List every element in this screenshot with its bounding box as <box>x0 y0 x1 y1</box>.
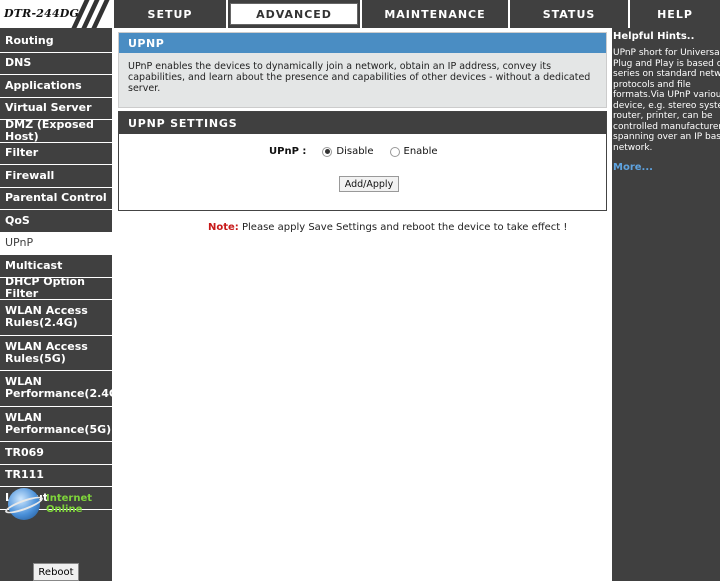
main-content: UPNP UPnP enables the devices to dynamic… <box>112 28 612 581</box>
sidebar-item-filter[interactable]: Filter <box>0 143 112 165</box>
note-message: Please apply Save Settings and reboot th… <box>238 222 568 233</box>
reboot-button[interactable]: Reboot <box>33 563 79 581</box>
note-text: Note: Please apply Save Settings and reb… <box>208 222 567 233</box>
sidebar-item-parental-control[interactable]: Parental Control <box>0 188 112 210</box>
hints-body: UPnP short for Universal Plug and Play i… <box>613 48 720 153</box>
sidebar-item-dns[interactable]: DNS <box>0 53 112 75</box>
sidebar-item-tr111[interactable]: TR111 <box>0 465 112 487</box>
upnp-option-row: UPnP : Disable Enable <box>269 146 454 157</box>
sidebar-item-dmz[interactable]: DMZ (Exposed Host) <box>0 118 112 143</box>
top-nav-bar: DTR-244DG SETUP ADVANCED MAINTENANCE STA… <box>0 0 720 28</box>
sidebar-item-dhcp-option-filter[interactable]: DHCP Option Filter <box>0 276 112 300</box>
status-line-internet: Internet <box>46 493 93 504</box>
hints-title: Helpful Hints.. <box>613 31 695 42</box>
sidebar-item-upnp[interactable]: UPnP <box>0 232 112 255</box>
brand-logo: DTR-244DG <box>0 0 112 28</box>
brand-logo-text: DTR-244DG <box>4 7 80 20</box>
globe-ring <box>3 493 45 517</box>
add-apply-button[interactable]: Add/Apply <box>339 176 399 192</box>
sidebar-item-wlan-performance-5g[interactable]: WLAN Performance(5G) <box>0 407 112 442</box>
tab-advanced-label: ADVANCED <box>230 3 358 25</box>
hints-more-link[interactable]: More... <box>612 153 720 173</box>
tab-maintenance[interactable]: MAINTENANCE <box>360 0 508 28</box>
tab-status[interactable]: STATUS <box>508 0 628 28</box>
tab-setup[interactable]: SETUP <box>112 0 226 28</box>
upnp-info-description: UPnP enables the devices to dynamically … <box>119 53 606 107</box>
globe-icon <box>3 488 45 520</box>
upnp-settings-box: UPNP SETTINGS UPnP : Disable Enable Add/… <box>118 111 607 211</box>
status-line-online: Online <box>46 504 83 515</box>
upnp-field-label: UPnP : <box>269 146 307 157</box>
sidebar-item-wlan-performance-2g[interactable]: WLAN Performance(2.4G) <box>0 371 123 407</box>
upnp-disable-radio[interactable] <box>322 146 333 157</box>
upnp-info-title: UPNP <box>119 33 606 53</box>
sidebar-item-multicast[interactable]: Multicast <box>0 255 112 278</box>
helpful-hints-panel: Helpful Hints.. UPnP short for Universal… <box>612 28 720 581</box>
sidebar-item-virtual-server[interactable]: Virtual Server <box>0 98 112 120</box>
sidebar-item-qos[interactable]: QoS <box>0 210 112 233</box>
sidebar-item-applications[interactable]: Applications <box>0 75 112 98</box>
tab-help[interactable]: HELP <box>628 0 720 28</box>
internet-status: Internet Online <box>3 488 92 520</box>
internet-status-text: Internet Online <box>46 493 92 515</box>
upnp-info-box: UPNP UPnP enables the devices to dynamic… <box>118 32 607 108</box>
sidebar-item-wlan-access-rules-5g[interactable]: WLAN Access Rules(5G) <box>0 336 112 371</box>
sidebar-item-routing[interactable]: Routing <box>0 30 112 53</box>
note-label: Note: <box>208 222 239 233</box>
sidebar-item-wlan-access-rules-2g[interactable]: WLAN Access Rules(2.4G) <box>0 300 112 336</box>
upnp-settings-title: UPNP SETTINGS <box>119 112 606 134</box>
upnp-disable-label[interactable]: Disable <box>336 146 373 157</box>
upnp-enable-radio[interactable] <box>389 146 400 157</box>
tab-advanced[interactable]: ADVANCED <box>226 0 360 28</box>
sidebar-item-tr069[interactable]: TR069 <box>0 442 112 465</box>
upnp-enable-label[interactable]: Enable <box>404 146 438 157</box>
sidebar-item-firewall[interactable]: Firewall <box>0 165 112 188</box>
